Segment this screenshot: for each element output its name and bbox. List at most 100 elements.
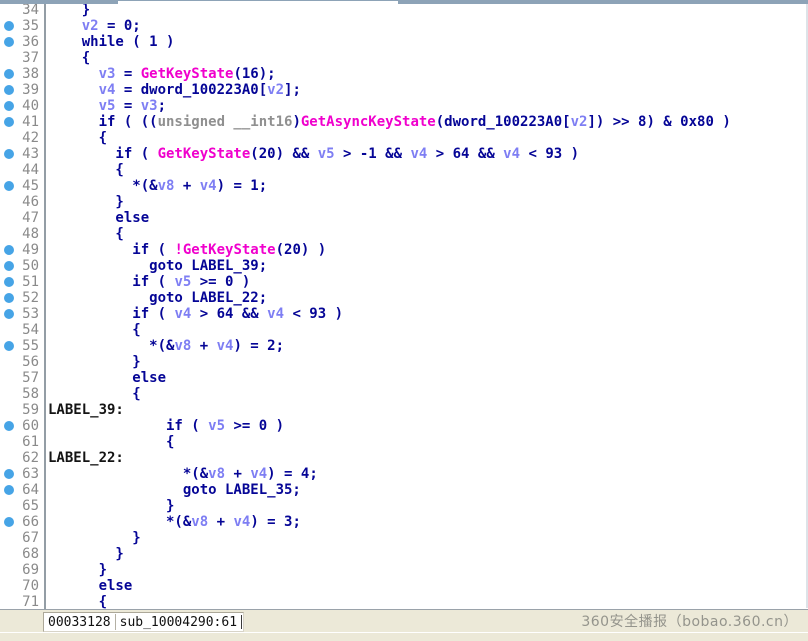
code-line[interactable]: 34 } xyxy=(0,2,808,18)
code-line[interactable]: 41 if ( ((unsigned __int16)GetAsyncKeySt… xyxy=(0,114,808,130)
code-line[interactable]: 62LABEL_22: xyxy=(0,450,808,466)
code-line[interactable]: 59LABEL_39: xyxy=(0,402,808,418)
code-line[interactable]: 58 { xyxy=(0,386,808,402)
code-line[interactable]: 66 *(&v8 + v4) = 3; xyxy=(0,514,808,530)
line-number: 40 xyxy=(22,98,39,114)
code-line[interactable]: 47 else xyxy=(0,210,808,226)
line-number: 37 xyxy=(22,50,39,66)
line-number: 46 xyxy=(22,194,39,210)
gutter-cell: 47 xyxy=(0,210,46,226)
line-number: 44 xyxy=(22,162,39,178)
code-line[interactable]: 51 if ( v5 >= 0 ) xyxy=(0,274,808,290)
code-text: { xyxy=(46,594,107,610)
code-line[interactable]: 67 } xyxy=(0,530,808,546)
gutter-cell: 49 xyxy=(0,242,46,258)
code-text: { xyxy=(46,50,90,66)
status-indicator-box: 00033128 sub_10004290:61 xyxy=(43,612,244,632)
code-line[interactable]: 60 if ( v5 >= 0 ) xyxy=(0,418,808,434)
address-dot-icon xyxy=(4,485,14,495)
code-text: } xyxy=(46,546,124,562)
line-number: 56 xyxy=(22,354,39,370)
gutter-cell: 52 xyxy=(0,290,46,306)
code-line[interactable]: 55 *(&v8 + v4) = 2; xyxy=(0,338,808,354)
code-text: { xyxy=(46,322,141,338)
code-line[interactable]: 53 if ( v4 > 64 && v4 < 93 ) xyxy=(0,306,808,322)
gutter-cell: 43 xyxy=(0,146,46,162)
line-number: 38 xyxy=(22,66,39,82)
gutter-cell: 46 xyxy=(0,194,46,210)
code-text: goto LABEL_22; xyxy=(46,290,267,306)
code-line[interactable]: 63 *(&v8 + v4) = 4; xyxy=(0,466,808,482)
address-dot-icon xyxy=(4,37,14,47)
gutter-cell: 55 xyxy=(0,338,46,354)
code-line[interactable]: 50 goto LABEL_39; xyxy=(0,258,808,274)
line-number: 63 xyxy=(22,466,39,482)
code-text: else xyxy=(46,578,132,594)
code-line[interactable]: 36 while ( 1 ) xyxy=(0,34,808,50)
line-number: 43 xyxy=(22,146,39,162)
code-line[interactable]: 42 { xyxy=(0,130,808,146)
gutter-cell: 45 xyxy=(0,178,46,194)
line-number: 51 xyxy=(22,274,39,290)
gutter-cell: 62 xyxy=(0,450,46,466)
line-number: 39 xyxy=(22,82,39,98)
text-cursor-icon xyxy=(241,615,242,629)
address-dot-icon xyxy=(4,85,14,95)
code-line[interactable]: 38 v3 = GetKeyState(16); xyxy=(0,66,808,82)
bottom-strip xyxy=(0,632,808,641)
code-line[interactable]: 37 { xyxy=(0,50,808,66)
line-number: 69 xyxy=(22,562,39,578)
code-text: v5 = v3; xyxy=(46,98,166,114)
code-line[interactable]: 65 } xyxy=(0,498,808,514)
code-text: LABEL_22: xyxy=(46,450,124,466)
code-line[interactable]: 52 goto LABEL_22; xyxy=(0,290,808,306)
gutter-cell: 40 xyxy=(0,98,46,114)
address-dot-icon xyxy=(4,309,14,319)
address-dot-icon xyxy=(4,421,14,431)
line-number: 60 xyxy=(22,418,39,434)
code-text: v2 = 0; xyxy=(46,18,141,34)
line-number: 50 xyxy=(22,258,39,274)
code-text: else xyxy=(46,370,166,386)
line-number: 66 xyxy=(22,514,39,530)
gutter-cell: 35 xyxy=(0,18,46,34)
code-text: *(&v8 + v4) = 4; xyxy=(46,466,318,482)
status-bar: 00033128 sub_10004290:61 360安全播报（bobao.3… xyxy=(0,609,808,632)
code-line[interactable]: 49 if ( !GetKeyState(20) ) xyxy=(0,242,808,258)
top-scrollbar-track[interactable] xyxy=(0,0,808,4)
code-line[interactable]: 69 } xyxy=(0,562,808,578)
line-number: 41 xyxy=(22,114,39,130)
line-number: 49 xyxy=(22,242,39,258)
gutter-cell: 41 xyxy=(0,114,46,130)
pseudocode-view[interactable]: 34 }35 v2 = 0;36 while ( 1 )37 {38 v3 = … xyxy=(0,2,808,609)
code-line[interactable]: 39 v4 = dword_100223A0[v2]; xyxy=(0,82,808,98)
gutter-cell: 60 xyxy=(0,418,46,434)
code-line[interactable]: 71 { xyxy=(0,594,808,610)
gutter-cell: 64 xyxy=(0,482,46,498)
gutter-cell: 61 xyxy=(0,434,46,450)
code-text: } xyxy=(46,562,107,578)
code-line[interactable]: 56 } xyxy=(0,354,808,370)
gutter-cell: 56 xyxy=(0,354,46,370)
code-text: } xyxy=(46,354,141,370)
code-line[interactable]: 40 v5 = v3; xyxy=(0,98,808,114)
code-line[interactable]: 35 v2 = 0; xyxy=(0,18,808,34)
line-number: 61 xyxy=(22,434,39,450)
code-line[interactable]: 45 *(&v8 + v4) = 1; xyxy=(0,178,808,194)
gutter-cell: 65 xyxy=(0,498,46,514)
code-line[interactable]: 48 { xyxy=(0,226,808,242)
code-line[interactable]: 57 else xyxy=(0,370,808,386)
code-line[interactable]: 68 } xyxy=(0,546,808,562)
code-line[interactable]: 54 { xyxy=(0,322,808,338)
code-line[interactable]: 64 goto LABEL_35; xyxy=(0,482,808,498)
code-line[interactable]: 70 else xyxy=(0,578,808,594)
code-line[interactable]: 46 } xyxy=(0,194,808,210)
line-number: 48 xyxy=(22,226,39,242)
code-line[interactable]: 44 { xyxy=(0,162,808,178)
gutter-cell: 63 xyxy=(0,466,46,482)
code-text: } xyxy=(46,530,141,546)
code-line[interactable]: 43 if ( GetKeyState(20) && v5 > -1 && v4… xyxy=(0,146,808,162)
code-line[interactable]: 61 { xyxy=(0,434,808,450)
top-scrollbar-thumb[interactable] xyxy=(118,1,398,4)
gutter-cell: 48 xyxy=(0,226,46,242)
